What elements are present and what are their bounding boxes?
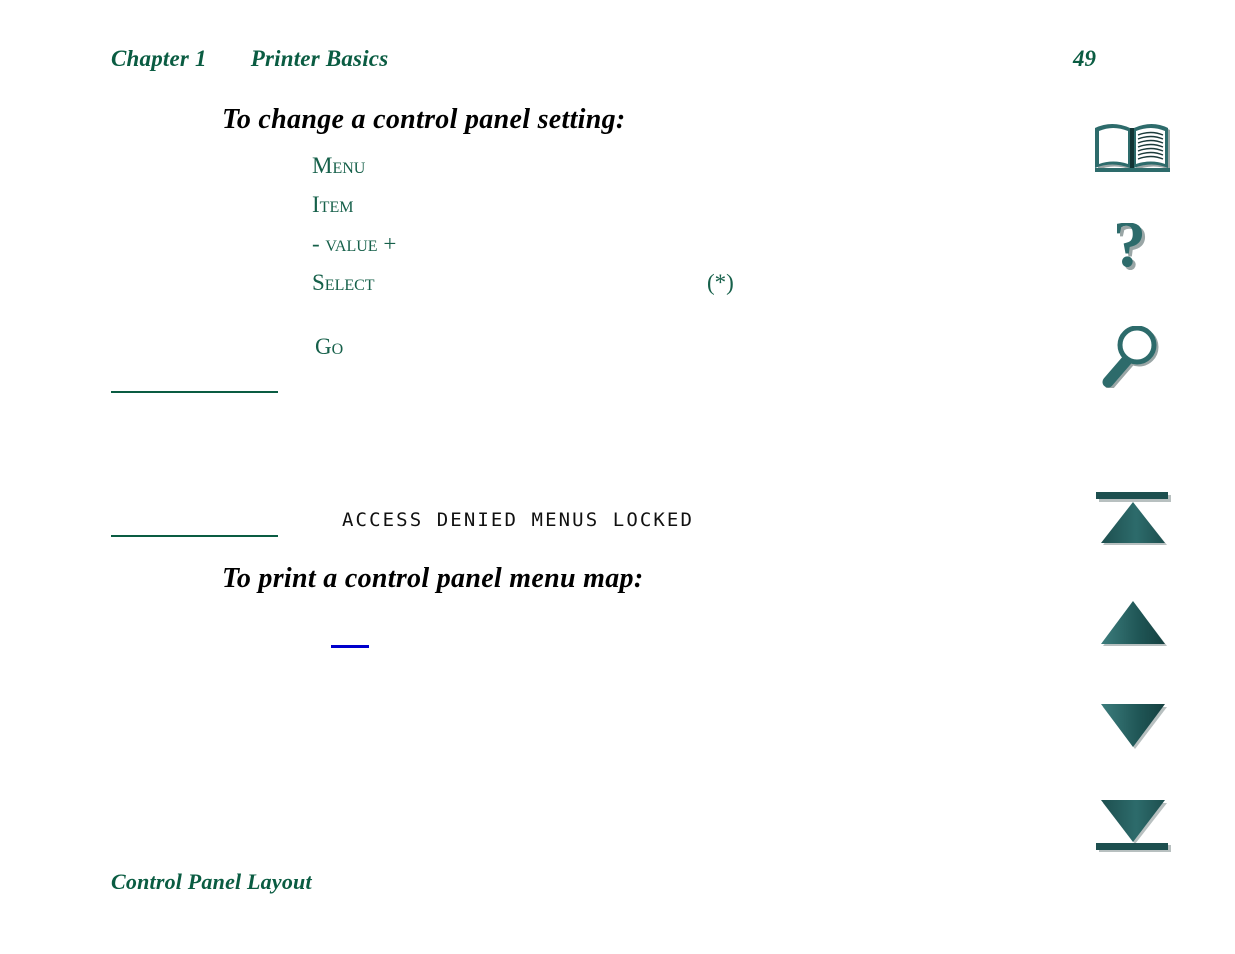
magnifying-glass-icon[interactable] — [1088, 326, 1180, 388]
triangle-up-bar-icon[interactable] — [1088, 488, 1180, 550]
key-mark-select: (*) — [707, 270, 734, 295]
heading-print-menu-map: To print a control panel menu map: — [222, 563, 644, 594]
header-section: Printer Basics — [250, 46, 389, 71]
navigation-rail: ? ? — [1088, 118, 1188, 858]
key-label-value: - Value + — [312, 231, 397, 256]
hyperlink-underline[interactable] — [331, 645, 369, 648]
key-row: Select (*) — [312, 270, 772, 309]
key-label-menu: Menu — [312, 153, 366, 178]
triangle-down-bar-icon[interactable] — [1088, 796, 1180, 858]
key-label-select: Select — [312, 270, 375, 295]
horizontal-rule-lower — [111, 535, 278, 537]
page-number: 49 — [1073, 46, 1096, 71]
horizontal-rule-upper — [111, 391, 278, 393]
question-mark-icon[interactable]: ? ? — [1088, 223, 1180, 285]
running-header: Chapter 1 Printer Basics 49 — [111, 46, 1121, 80]
svg-text:?: ? — [1113, 223, 1146, 281]
triangle-up-icon[interactable] — [1088, 593, 1180, 655]
header-chapter-section: Chapter 1 Printer Basics — [111, 46, 388, 72]
key-label-item: Item — [312, 192, 354, 217]
key-label-go: Go — [315, 334, 344, 359]
header-chapter: Chapter 1 — [111, 46, 207, 71]
document-page: Chapter 1 Printer Basics 49 To change a c… — [0, 0, 1235, 954]
lcd-display-message: ACCESS DENIED MENUS LOCKED — [342, 509, 695, 531]
book-icon[interactable] — [1088, 118, 1180, 180]
key-row: Menu — [312, 153, 772, 192]
heading-change-control-panel-setting: To change a control panel setting: — [222, 104, 626, 135]
heading-control-panel-layout: Control Panel Layout — [111, 869, 312, 894]
key-row: Item — [312, 192, 772, 231]
control-panel-key-list: Menu Item - Value + Select (*) — [312, 153, 772, 309]
triangle-down-icon[interactable] — [1088, 696, 1180, 758]
key-row: - Value + — [312, 231, 772, 270]
